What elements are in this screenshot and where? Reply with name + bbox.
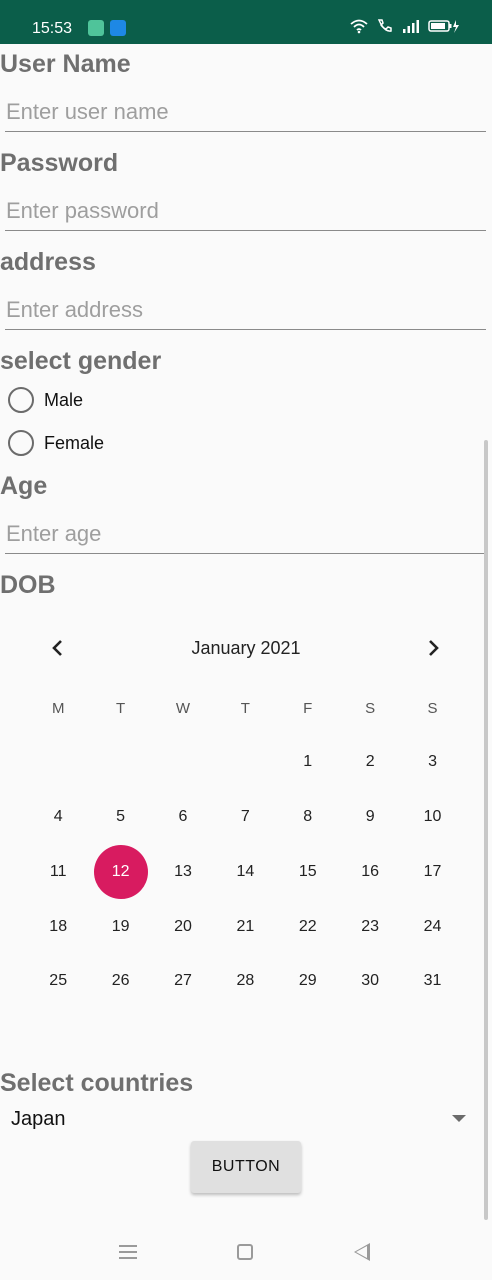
address-label: address <box>0 248 96 276</box>
scrollbar[interactable] <box>484 440 488 1220</box>
calendar-empty-cell <box>27 735 89 789</box>
calendar-day[interactable]: 21 <box>214 900 276 954</box>
password-input[interactable] <box>5 191 486 231</box>
calendar-day[interactable]: 24 <box>401 900 463 954</box>
calendar-day[interactable]: 22 <box>277 900 339 954</box>
radio-male-label: Male <box>44 389 84 410</box>
calendar-empty-cell <box>214 735 276 789</box>
status-bar: 15:53 <box>0 0 492 44</box>
calendar-day[interactable]: 26 <box>89 954 151 1008</box>
calendar-day[interactable]: 18 <box>27 900 89 954</box>
calendar-day[interactable]: 19 <box>89 900 151 954</box>
battery-charging-icon <box>428 20 459 33</box>
weekday-label: M <box>51 700 65 717</box>
calendar-day-selected[interactable]: 12 <box>89 845 151 899</box>
calendar-weekday-row: M T W T F S S <box>27 700 464 717</box>
navigation-bar <box>0 1222 492 1280</box>
address-input[interactable] <box>5 290 486 330</box>
dropdown-arrow-icon <box>452 1115 466 1122</box>
calendar-week-row: 18 19 20 21 22 23 24 <box>27 900 464 954</box>
calendar-empty-cell <box>89 735 151 789</box>
calendar-week-row: 11 12 13 14 15 16 17 <box>27 845 464 899</box>
calendar-day[interactable]: 6 <box>152 790 214 844</box>
calendar-day[interactable]: 11 <box>27 845 89 899</box>
calendar-day[interactable]: 25 <box>27 954 89 1008</box>
country-spinner[interactable]: Japan <box>0 1100 482 1138</box>
calendar-day[interactable]: 8 <box>277 790 339 844</box>
calendar-day[interactable]: 23 <box>339 900 401 954</box>
username-input[interactable] <box>5 92 486 132</box>
calendar-day[interactable]: 7 <box>214 790 276 844</box>
calendar-day[interactable]: 5 <box>89 790 151 844</box>
weekday-label: S <box>427 700 438 717</box>
password-label: Password <box>0 149 119 177</box>
menu-icon[interactable] <box>119 1245 137 1259</box>
app-icon <box>88 20 104 36</box>
volte-call-icon <box>377 19 392 32</box>
weekday-label: T <box>240 700 250 717</box>
weekday-label: F <box>303 700 313 717</box>
calendar-day[interactable]: 28 <box>214 954 276 1008</box>
home-icon[interactable] <box>237 1244 253 1260</box>
chevron-left-icon[interactable] <box>46 636 70 660</box>
radio-female-label: Female <box>44 432 105 453</box>
chevron-right-icon[interactable] <box>421 636 445 660</box>
dob-label: DOB <box>0 571 56 599</box>
calendar-day[interactable]: 3 <box>401 735 463 789</box>
calendar-day[interactable]: 10 <box>401 790 463 844</box>
weekday-label: W <box>175 700 191 717</box>
weekday-label: T <box>116 700 126 717</box>
calendar-day[interactable]: 4 <box>27 790 89 844</box>
radio-female[interactable] <box>8 430 34 456</box>
gender-female-option[interactable]: Female <box>8 430 104 456</box>
calendar-day[interactable]: 14 <box>214 845 276 899</box>
calendar-day[interactable]: 30 <box>339 954 401 1008</box>
calendar-empty-cell <box>152 735 214 789</box>
calendar-month-title: January 2021 <box>191 638 301 658</box>
calendar-day[interactable]: 2 <box>339 735 401 789</box>
calendar-day[interactable]: 20 <box>152 900 214 954</box>
calendar-day[interactable]: 9 <box>339 790 401 844</box>
countries-label: Select countries <box>0 1069 194 1097</box>
calendar-day[interactable]: 1 <box>277 735 339 789</box>
wifi-icon <box>350 19 368 34</box>
country-selected-value: Japan <box>11 1108 66 1130</box>
usb-icon <box>110 20 126 36</box>
status-icons <box>350 18 460 34</box>
calendar-day[interactable]: 29 <box>277 954 339 1008</box>
calendar-week-row: 25 26 27 28 29 30 31 <box>27 954 464 1008</box>
calendar-day[interactable]: 27 <box>152 954 214 1008</box>
calendar-week-row: 4 5 6 7 8 9 10 <box>27 790 464 844</box>
signal-icon <box>403 20 419 33</box>
radio-male[interactable] <box>8 387 34 413</box>
age-input[interactable] <box>5 514 486 554</box>
calendar-header: January 2021 <box>0 628 492 668</box>
username-label: User Name <box>0 50 131 78</box>
back-icon[interactable] <box>354 1243 370 1261</box>
gender-male-option[interactable]: Male <box>8 387 83 413</box>
calendar-day[interactable]: 16 <box>339 845 401 899</box>
calendar-day[interactable]: 13 <box>152 845 214 899</box>
calendar-day[interactable]: 17 <box>401 845 463 899</box>
gender-label: select gender <box>0 347 162 375</box>
calendar-day[interactable]: 31 <box>401 954 463 1008</box>
age-label: Age <box>0 472 48 500</box>
status-time: 15:53 <box>32 20 73 37</box>
submit-button[interactable]: BUTTON <box>191 1141 301 1193</box>
calendar-day[interactable]: 15 <box>277 845 339 899</box>
calendar-week-row: 1 2 3 <box>27 735 464 789</box>
weekday-label: S <box>365 700 376 717</box>
